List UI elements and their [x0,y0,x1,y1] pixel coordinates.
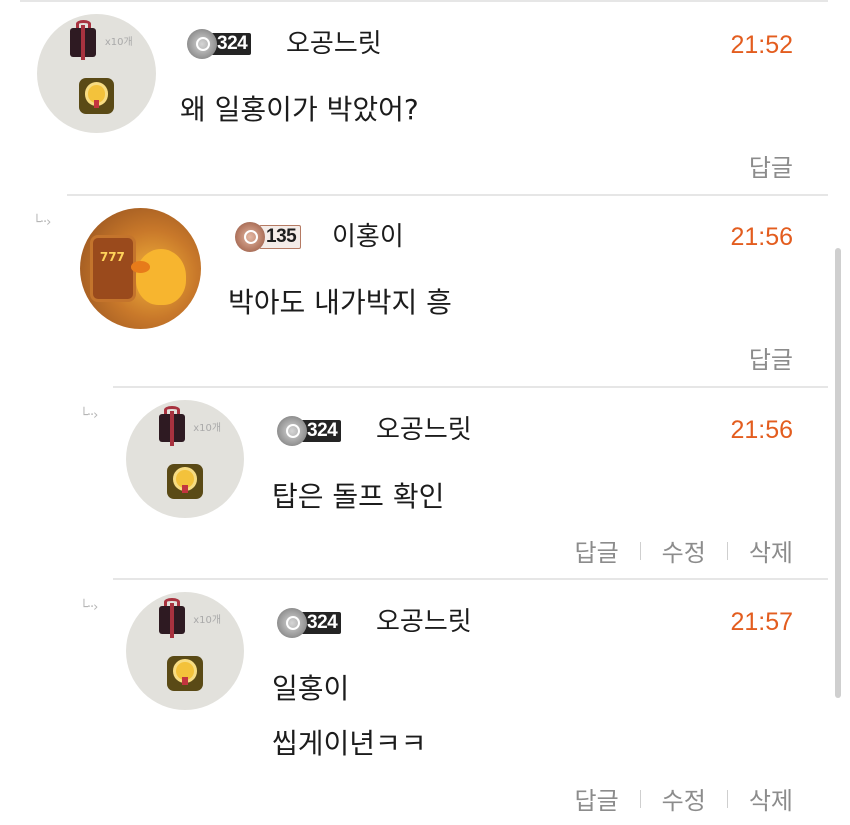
reply-button[interactable]: 답글 [749,148,793,183]
gift-count: x10개 [193,422,222,434]
gift-count: x10개 [104,37,133,49]
delete-button[interactable]: 삭제 [749,533,793,568]
timestamp: 21:52 [730,31,793,59]
divider [67,194,828,196]
medal-icon [167,655,203,692]
reply-button[interactable]: 답글 [749,340,793,375]
level-emblem-icon [187,29,217,59]
action-separator [639,789,641,808]
reply-arrow-icon: └··› [80,408,98,423]
timestamp: 21:57 [730,608,793,636]
medal-icon [78,78,115,114]
comment-actions: 답글 수정 삭제 [574,533,793,568]
comment-actions: 답글 수정 삭제 [574,781,793,816]
avatar[interactable]: 777 [80,208,201,329]
level-emblem-icon [277,608,307,638]
level-badge: 324 [187,29,252,59]
slot-label: 777 [99,249,125,264]
divider [113,578,828,580]
scrollbar[interactable] [835,248,841,698]
avatar[interactable]: x10개 [37,14,156,133]
username[interactable]: 오공느릿 [376,414,472,446]
medal-icon [167,463,203,500]
level-badge: 135 [235,222,302,252]
username[interactable]: 오공느릿 [376,606,472,638]
reply-arrow-icon: └··› [33,215,51,230]
comment-text: 박아도 내가박지 흥 [228,286,452,319]
comment-text: 탑은 돌프 확인 [272,480,445,513]
duck-icon [135,249,187,305]
username[interactable]: 이홍이 [332,221,404,253]
level-badge: 324 [277,416,342,446]
username[interactable]: 오공느릿 [286,28,382,60]
action-separator [639,541,641,560]
level-number: 324 [301,612,342,634]
level-badge: 324 [277,608,342,638]
gift-box-icon [159,405,185,447]
reply-arrow-icon: └··› [80,600,98,615]
edit-button[interactable]: 수정 [662,781,706,816]
gift-box-icon [70,19,97,60]
divider [20,0,828,2]
comment-actions: 답글 [749,340,793,375]
level-number: 324 [301,420,342,442]
avatar[interactable]: x10개 [126,592,244,710]
comment-text-line: 씹게이년ㅋㅋ [272,727,427,760]
action-separator [726,789,728,808]
level-number: 324 [211,33,252,55]
level-number: 135 [259,225,302,249]
comment-text: 왜 일홍이가 박았어? [180,93,419,126]
action-separator [726,541,728,560]
comment-thread: x10개 324 오공느릿 21:52 왜 일홍이가 박았어? 답글 └··› … [0,0,850,825]
delete-button[interactable]: 삭제 [749,781,793,816]
level-emblem-icon [277,416,307,446]
reply-button[interactable]: 답글 [574,533,618,568]
comment-text-line: 일홍이 [272,672,350,705]
gift-box-icon [159,597,185,639]
avatar[interactable]: x10개 [126,400,244,518]
level-emblem-icon [235,222,265,252]
divider [113,386,828,388]
comment-actions: 답글 [749,148,793,183]
timestamp: 21:56 [730,416,793,444]
timestamp: 21:56 [730,223,793,251]
gift-count: x10개 [193,614,222,626]
reply-button[interactable]: 답글 [574,781,618,816]
slot-machine-icon: 777 [89,234,136,303]
edit-button[interactable]: 수정 [662,533,706,568]
